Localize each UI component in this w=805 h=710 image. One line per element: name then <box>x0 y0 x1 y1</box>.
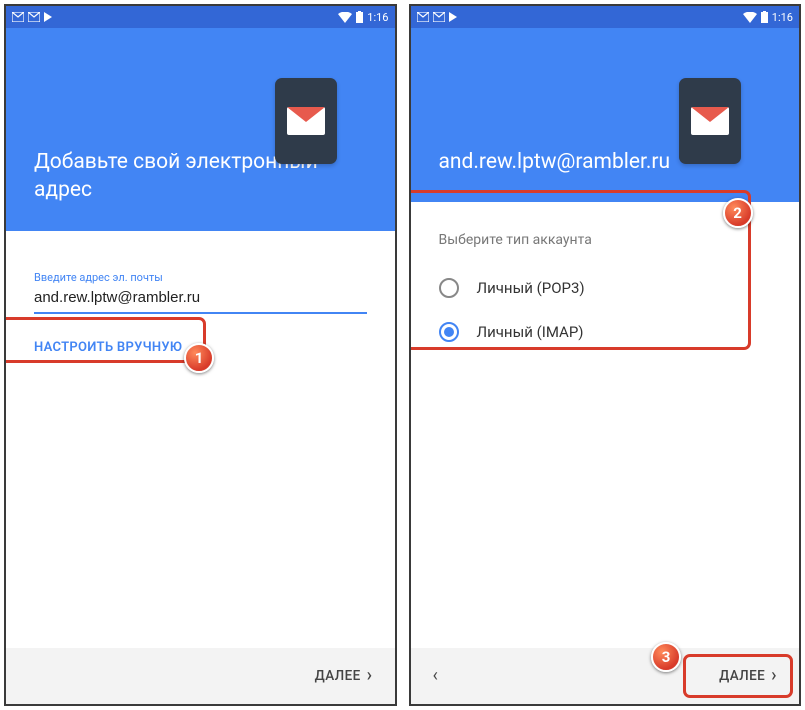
gmail-device-icon <box>275 78 337 164</box>
mail-notif-icon <box>28 12 40 22</box>
next-label: ДАЛЕЕ <box>719 668 765 684</box>
battery-icon <box>356 11 363 23</box>
annotation-callout-2: 2 <box>723 198 753 228</box>
email-input[interactable] <box>34 284 367 314</box>
next-label: ДАЛЕЕ <box>315 668 361 684</box>
mail-notif-icon <box>417 12 429 22</box>
footer-bar: ДАЛЕЕ › <box>6 648 395 704</box>
radio-label-pop3: Личный (POP3) <box>477 279 585 297</box>
content-area: Введите адрес эл. почты НАСТРОИТЬ ВРУЧНУ… <box>6 231 395 648</box>
next-button[interactable]: ДАЛЕЕ › <box>719 667 777 685</box>
gmail-device-icon <box>679 78 741 164</box>
radio-label-imap: Личный (IMAP) <box>477 323 584 341</box>
hero-panel: and.rew.lptw@rambler.ru <box>411 28 800 202</box>
chevron-right-icon: › <box>367 667 373 685</box>
wifi-icon <box>743 12 757 23</box>
chevron-right-icon: › <box>771 667 777 685</box>
radio-checked-icon <box>439 322 459 342</box>
phone-right: 1:16 and.rew.lptw@rambler.ru Выберите ти… <box>409 4 802 706</box>
battery-icon <box>761 11 768 23</box>
clock-text: 1:16 <box>367 11 388 24</box>
annotation-callout-1: 1 <box>184 343 214 373</box>
status-bar: 1:16 <box>411 6 800 28</box>
phone-left: 1:16 Добавьте свой электронный адрес Вве… <box>4 4 397 706</box>
play-store-icon <box>449 12 457 22</box>
radio-option-imap[interactable]: Личный (IMAP) <box>439 310 772 354</box>
radio-option-pop3[interactable]: Личный (POP3) <box>439 266 772 310</box>
mail-notif-icon <box>12 12 24 22</box>
choose-account-label: Выберите тип аккаунта <box>439 232 772 248</box>
clock-text: 1:16 <box>772 11 793 24</box>
wifi-icon <box>338 12 352 23</box>
status-bar: 1:16 <box>6 6 395 28</box>
footer-bar: ‹ ДАЛЕЕ › 3 <box>411 648 800 704</box>
manual-setup-button[interactable]: НАСТРОИТЬ ВРУЧНУЮ <box>34 340 182 355</box>
chevron-left-icon: ‹ <box>433 667 438 685</box>
back-button[interactable]: ‹ <box>433 667 438 685</box>
radio-unchecked-icon <box>439 278 459 298</box>
hero-panel: Добавьте свой электронный адрес <box>6 28 395 231</box>
next-button[interactable]: ДАЛЕЕ › <box>315 667 373 685</box>
content-area: Выберите тип аккаунта Личный (POP3) Личн… <box>411 202 800 648</box>
email-input-label: Введите адрес эл. почты <box>34 271 367 284</box>
play-store-icon <box>44 12 52 22</box>
mail-notif-icon <box>433 12 445 22</box>
